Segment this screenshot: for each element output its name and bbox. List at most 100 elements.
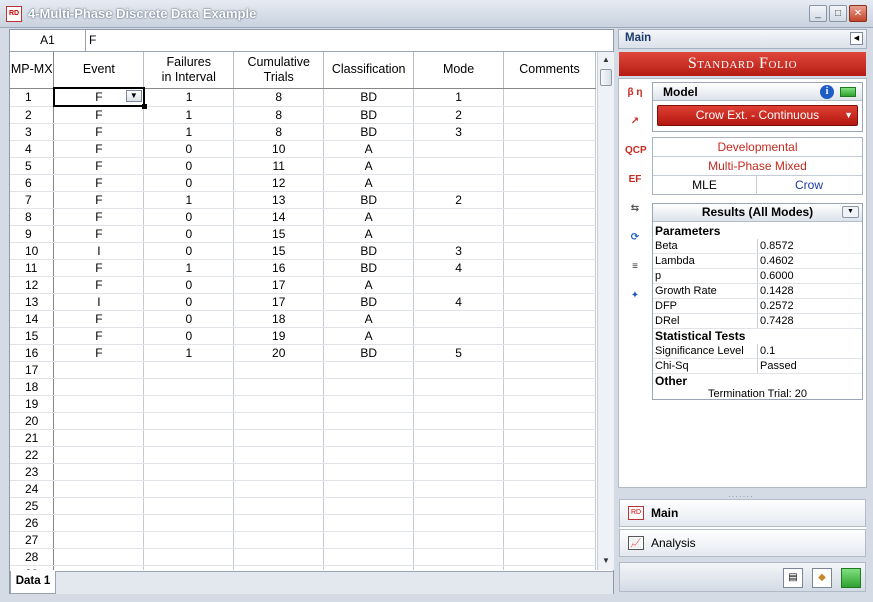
cell-event[interactable] xyxy=(53,531,145,549)
cell-trials[interactable]: 11 xyxy=(233,157,325,175)
cell-mode[interactable] xyxy=(413,310,505,328)
cell-event[interactable]: I xyxy=(53,293,145,311)
row-number[interactable]: 3 xyxy=(10,123,55,141)
cell-failures[interactable] xyxy=(143,412,235,430)
cell-trials[interactable] xyxy=(233,378,325,396)
cell-event[interactable] xyxy=(53,463,145,481)
cell-comments[interactable] xyxy=(503,123,596,141)
column-header-classification[interactable]: Classification xyxy=(323,52,415,89)
scroll-up-arrow-icon[interactable]: ▲ xyxy=(599,53,613,67)
formula-input[interactable]: F xyxy=(89,30,96,51)
cell-trials[interactable]: 20 xyxy=(233,344,325,362)
row-number[interactable]: 7 xyxy=(10,191,55,209)
cell-mode[interactable] xyxy=(413,378,505,396)
cell-classification[interactable]: BD xyxy=(323,259,415,277)
cell-trials[interactable]: 15 xyxy=(233,225,325,243)
cell-event[interactable]: F xyxy=(53,123,145,141)
cell-classification[interactable]: A xyxy=(323,276,415,294)
cell-comments[interactable] xyxy=(503,412,596,430)
cell-failures[interactable] xyxy=(143,548,235,566)
cell-comments[interactable] xyxy=(503,157,596,175)
cell-classification[interactable] xyxy=(323,514,415,532)
cell-trials[interactable] xyxy=(233,446,325,464)
cell-mode[interactable] xyxy=(413,480,505,498)
cell-failures[interactable] xyxy=(143,480,235,498)
column-header-mode[interactable]: Mode xyxy=(413,52,505,89)
cell-failures[interactable] xyxy=(143,514,235,532)
cell-trials[interactable] xyxy=(233,514,325,532)
cell-classification[interactable]: A xyxy=(323,208,415,226)
row-number[interactable]: 29 xyxy=(10,565,55,570)
wizard-icon[interactable]: ✦ xyxy=(625,286,645,306)
row-number[interactable]: 13 xyxy=(10,293,55,311)
cell-mode[interactable] xyxy=(413,429,505,447)
cell-comments[interactable] xyxy=(503,310,596,328)
row-number[interactable]: 5 xyxy=(10,157,55,175)
cell-failures[interactable]: 0 xyxy=(143,327,235,345)
cell-comments[interactable] xyxy=(503,531,596,549)
row-number[interactable]: 22 xyxy=(10,446,55,464)
row-number[interactable]: 27 xyxy=(10,531,55,549)
cell-classification[interactable]: BD xyxy=(323,242,415,260)
scroll-thumb[interactable] xyxy=(600,69,612,86)
row-number[interactable]: 17 xyxy=(10,361,55,379)
cell-comments[interactable] xyxy=(503,429,596,447)
cell-trials[interactable]: 17 xyxy=(233,293,325,311)
cell-trials[interactable]: 13 xyxy=(233,191,325,209)
cell-comments[interactable] xyxy=(503,378,596,396)
cell-trials[interactable]: 12 xyxy=(233,174,325,192)
cell-mode[interactable]: 4 xyxy=(413,259,505,277)
cell-trials[interactable]: 17 xyxy=(233,276,325,294)
model-dropdown[interactable]: Crow Ext. - Continuous ▼ xyxy=(657,105,858,126)
cell-failures[interactable]: 0 xyxy=(143,242,235,260)
cell-event[interactable]: F xyxy=(53,157,145,175)
cell-event[interactable] xyxy=(53,480,145,498)
fill-handle[interactable] xyxy=(141,104,147,109)
row-number[interactable]: 19 xyxy=(10,395,55,413)
cell-trials[interactable]: 14 xyxy=(233,208,325,226)
maximize-button[interactable]: □ xyxy=(829,5,847,22)
cell-trials[interactable]: 8 xyxy=(233,88,325,107)
cell-mode[interactable] xyxy=(413,463,505,481)
table-view-icon[interactable]: ▤ xyxy=(783,568,803,588)
cell-comments[interactable] xyxy=(503,208,596,226)
cell-event[interactable]: F xyxy=(53,259,145,277)
cell-dropdown-icon[interactable]: ▼ xyxy=(125,90,142,102)
cell-mode[interactable] xyxy=(413,514,505,532)
plot-icon[interactable]: ↗ xyxy=(625,112,645,132)
cell-classification[interactable] xyxy=(323,463,415,481)
cell-failures[interactable] xyxy=(143,565,235,570)
cell-classification[interactable] xyxy=(323,548,415,566)
cell-reference[interactable]: A1 xyxy=(10,30,86,51)
cell-failures[interactable]: 0 xyxy=(143,157,235,175)
cell-failures[interactable] xyxy=(143,497,235,515)
cell-comments[interactable] xyxy=(503,259,596,277)
cell-event[interactable]: F xyxy=(53,225,145,243)
cell-event[interactable]: F ▼ xyxy=(52,87,147,109)
sheet-tab-data-1[interactable]: Data 1 xyxy=(10,571,56,594)
cell-mode[interactable]: 3 xyxy=(413,123,505,141)
ef-icon[interactable]: EF xyxy=(625,170,645,190)
cell-failures[interactable]: 0 xyxy=(143,225,235,243)
chevron-down-icon[interactable]: ▼ xyxy=(842,206,859,218)
cell-failures[interactable]: 1 xyxy=(143,191,235,209)
cell-failures[interactable] xyxy=(143,378,235,396)
cell-event[interactable]: F xyxy=(53,344,145,362)
cell-trials[interactable]: 8 xyxy=(233,123,325,141)
cell-failures[interactable]: 1 xyxy=(143,123,235,141)
row-number[interactable]: 1 xyxy=(10,88,55,107)
cell-mode[interactable] xyxy=(413,565,505,570)
cell-trials[interactable] xyxy=(233,361,325,379)
row-number[interactable]: 10 xyxy=(10,242,55,260)
calculate-icon[interactable] xyxy=(841,568,861,588)
cell-trials[interactable] xyxy=(233,548,325,566)
row-number[interactable]: 26 xyxy=(10,514,55,532)
cell-comments[interactable] xyxy=(503,327,596,345)
cell-mode[interactable] xyxy=(413,497,505,515)
cell-classification[interactable] xyxy=(323,565,415,570)
close-button[interactable]: ✕ xyxy=(849,5,867,22)
cell-comments[interactable] xyxy=(503,565,596,570)
cell-mode[interactable] xyxy=(413,531,505,549)
cell-trials[interactable]: 10 xyxy=(233,140,325,158)
cell-event[interactable]: F xyxy=(53,140,145,158)
